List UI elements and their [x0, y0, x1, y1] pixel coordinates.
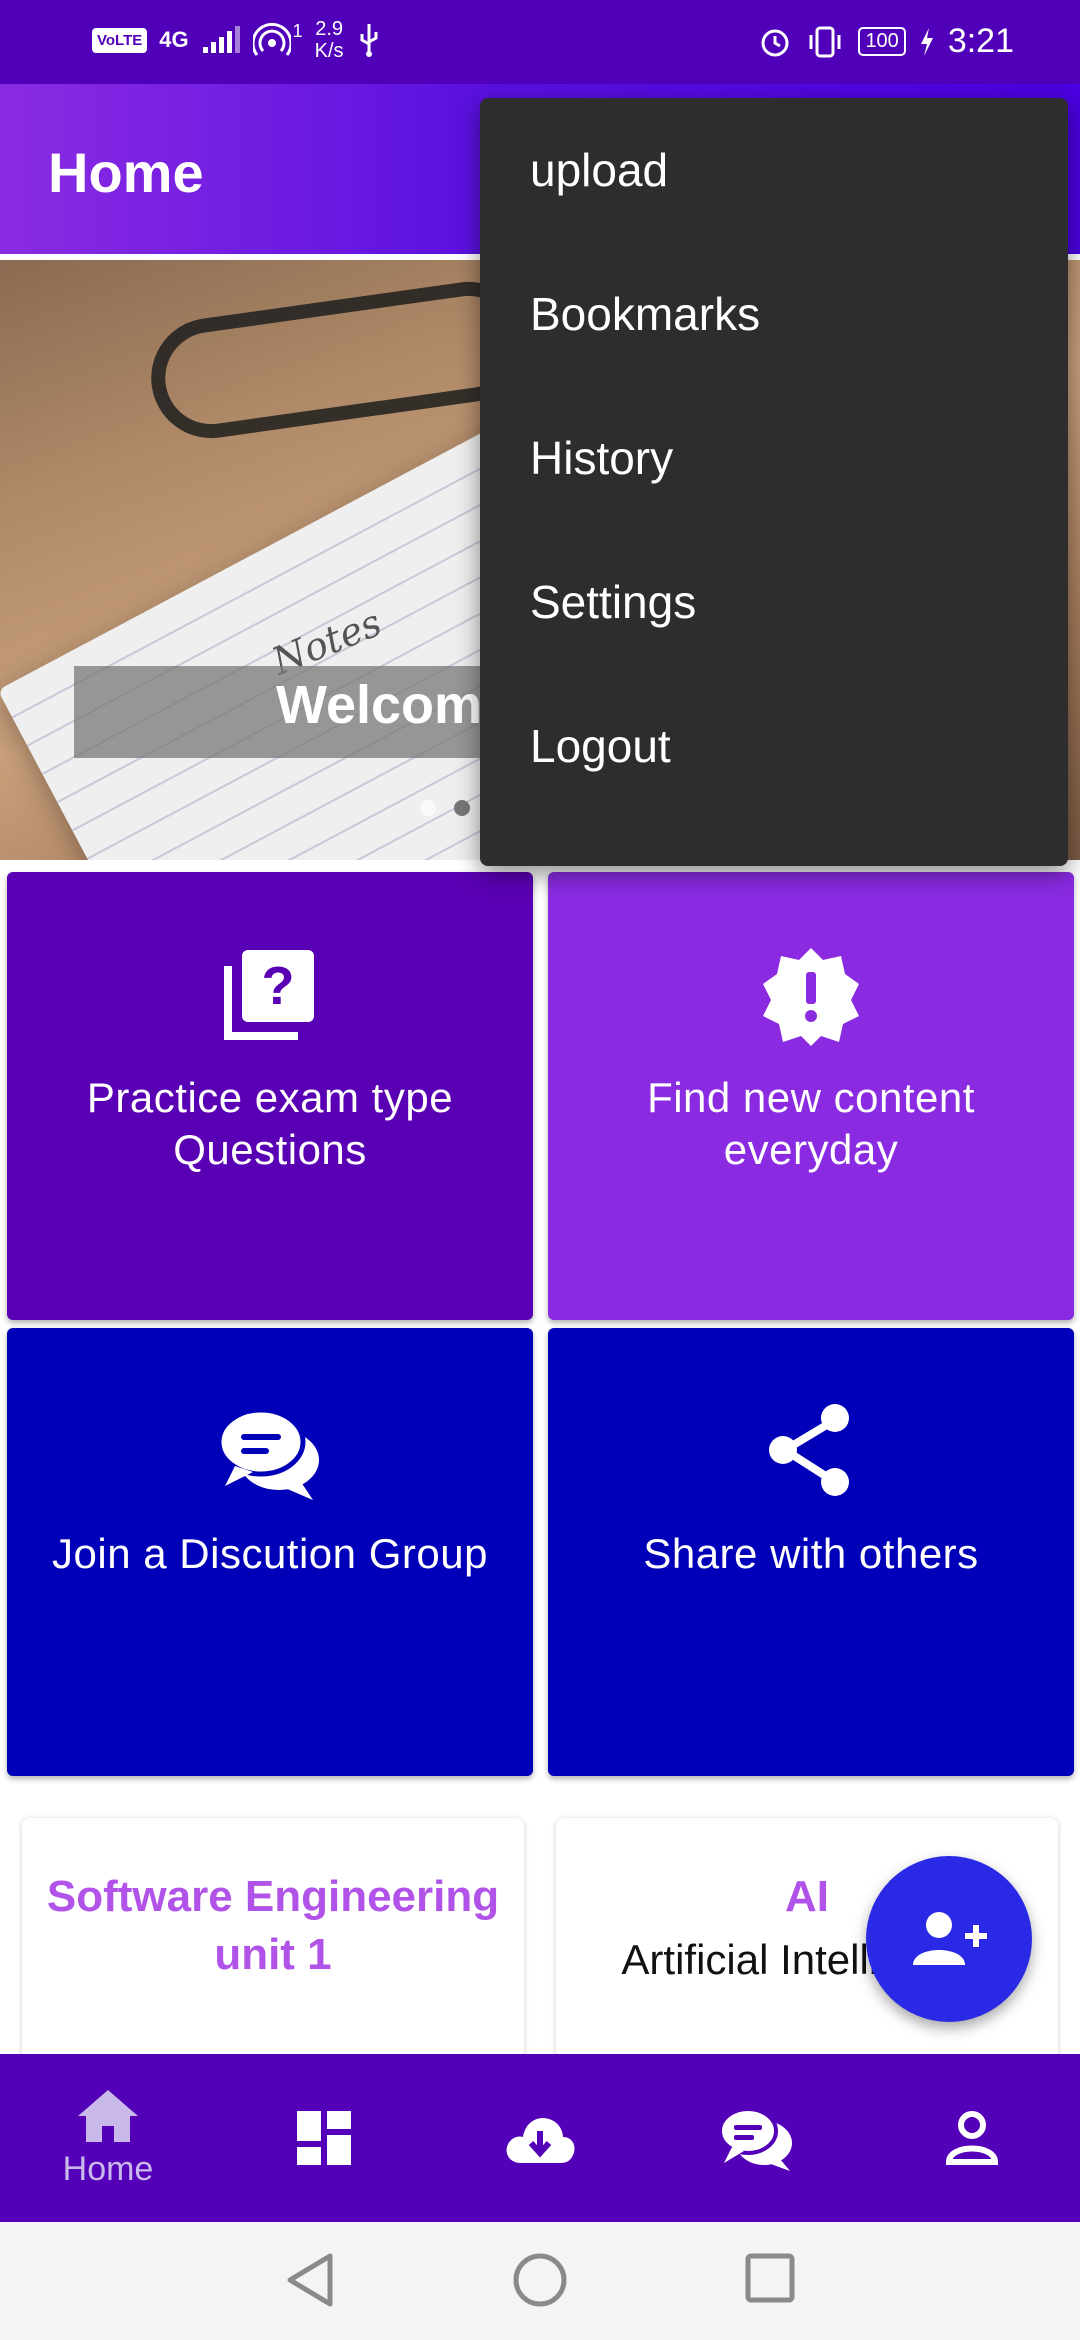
quiz-icon: ? — [7, 946, 533, 1056]
page-title: Home — [48, 141, 204, 204]
volte-badge: VoLTE — [92, 27, 148, 53]
tile-practice-questions[interactable]: ? Practice exam type Questions — [7, 872, 533, 1320]
share-icon — [548, 1402, 1074, 1512]
dashboard-icon — [297, 2111, 351, 2165]
banner-image-glasses — [143, 274, 537, 446]
menu-item-bookmarks[interactable]: Bookmarks — [480, 242, 1068, 386]
nav-profile[interactable] — [864, 2054, 1080, 2222]
tile-label: Find new content everyday — [647, 1074, 975, 1173]
hotspot-count: 1 — [292, 20, 303, 41]
tile-label: Share with others — [643, 1530, 979, 1577]
course-card-software-engineering[interactable]: Software Engineering unit 1 — [22, 1818, 524, 2078]
network-type: 4G — [159, 27, 189, 52]
battery-level: 100 — [858, 27, 906, 56]
welcome-text: Welcom — [276, 675, 483, 735]
overflow-menu: upload Bookmarks History Settings Logout — [480, 98, 1068, 866]
system-navigation-bar — [0, 2222, 1080, 2340]
status-right: 100 3:21 — [758, 22, 1014, 61]
speed-unit: K/s — [314, 40, 344, 62]
nav-downloads[interactable] — [432, 2054, 648, 2222]
menu-item-history[interactable]: History — [480, 386, 1068, 530]
person-icon — [945, 2111, 999, 2165]
alarm-icon — [761, 29, 789, 56]
network-speed: 2.9 K/s — [315, 18, 344, 62]
cloud-download-icon — [506, 2117, 575, 2163]
add-user-button[interactable] — [866, 1856, 1032, 2022]
speed-value: 2.9 — [315, 18, 344, 40]
chat-icon — [718, 2107, 792, 2171]
usb-icon — [360, 24, 378, 57]
charging-icon — [920, 27, 933, 56]
signal-icon — [202, 26, 240, 53]
card-title: Software Engineering unit 1 — [46, 1872, 500, 1979]
tile-label: Join a Discution Group — [52, 1530, 488, 1577]
slider-indicator — [420, 800, 470, 816]
status-left: VoLTE 4G 1 2.9 K/s — [92, 18, 382, 62]
new-releases-icon — [548, 946, 1074, 1056]
tile-new-content[interactable]: Find new content everyday — [548, 872, 1074, 1320]
nav-dashboard[interactable] — [216, 2054, 432, 2222]
hotspot-icon — [252, 22, 291, 56]
tile-discussion-group[interactable]: Join a Discution Group — [7, 1328, 533, 1776]
status-bar: VoLTE 4G 1 2.9 K/s 100 3:21 — [0, 0, 1080, 84]
clock: 3:21 — [947, 22, 1014, 60]
menu-item-settings[interactable]: Settings — [480, 530, 1068, 674]
nav-home[interactable]: Home — [0, 2054, 216, 2222]
tile-label: Practice exam type Questions — [86, 1074, 454, 1173]
nav-chat[interactable] — [648, 2054, 864, 2222]
home-icon — [78, 2089, 138, 2142]
svg-text:?: ? — [262, 956, 295, 1016]
menu-item-upload[interactable]: upload — [480, 98, 1068, 242]
add-user-icon — [913, 1912, 987, 1965]
back-icon[interactable] — [284, 2252, 336, 2308]
slider-dot[interactable] — [420, 800, 436, 816]
home-circle-icon[interactable] — [512, 2252, 568, 2308]
nav-label: Home — [62, 2149, 154, 2188]
recents-square-icon[interactable] — [744, 2252, 796, 2304]
slider-dot-active[interactable] — [454, 800, 470, 816]
menu-item-logout[interactable]: Logout — [480, 674, 1068, 818]
vibrate-icon — [809, 26, 841, 57]
bottom-navigation: Home — [0, 2054, 1080, 2222]
forum-icon — [7, 1402, 533, 1512]
tile-share[interactable]: Share with others — [548, 1328, 1074, 1776]
